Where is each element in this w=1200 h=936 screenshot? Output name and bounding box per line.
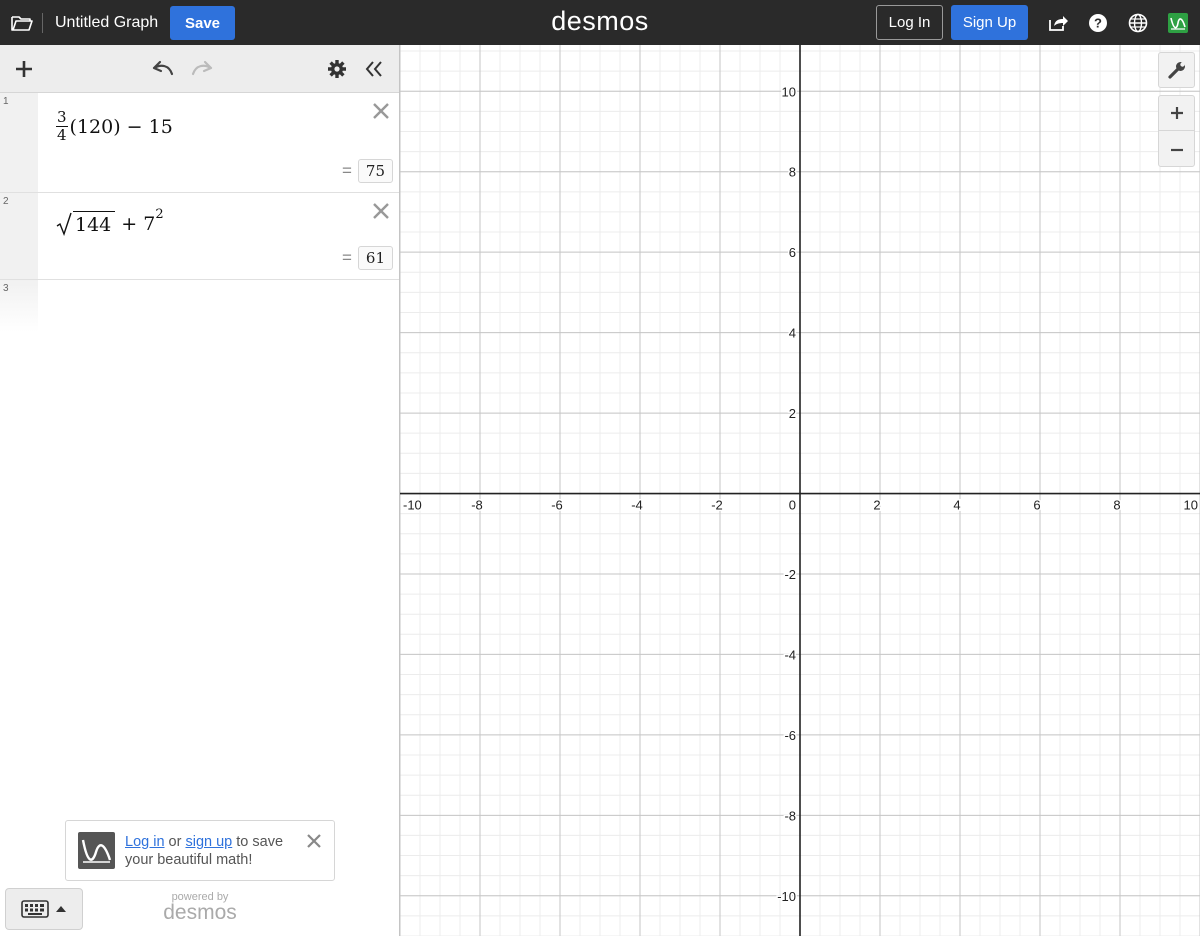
collapse-panel-icon[interactable]: [358, 45, 390, 93]
expression-plus-term: + 7: [121, 212, 156, 235]
top-bar: Untitled Graph Save desmos Log In Sign U…: [0, 0, 1200, 45]
radicand: 144: [73, 211, 116, 236]
y-tick-label: -10: [777, 889, 796, 904]
x-tick-label: -6: [551, 498, 563, 513]
equals-sign: =: [341, 161, 352, 180]
header-divider: [42, 13, 43, 33]
x-tick-label: 8: [1113, 498, 1120, 513]
keyboard-icon: [21, 900, 49, 918]
expression-item[interactable]: 2 144 + 7 2 = 61: [0, 193, 399, 280]
powered-by-logo: desmos: [163, 901, 237, 924]
save-button[interactable]: Save: [170, 6, 235, 40]
x-tick-label: -8: [471, 498, 483, 513]
y-tick-label: -8: [784, 808, 796, 823]
graph-title[interactable]: Untitled Graph: [55, 0, 158, 45]
expression-toolbar: [0, 45, 399, 93]
y-tick-label: 2: [789, 406, 796, 421]
expression-math[interactable]: 3 4 (120) − 15: [56, 109, 173, 144]
y-tick-label: 8: [789, 165, 796, 180]
expression-item[interactable]: 1 3 4 (120) − 15 = 75: [0, 93, 399, 193]
evaluation: = 75: [342, 159, 393, 183]
plus-icon: [1170, 107, 1183, 119]
fraction-denominator: 4: [57, 126, 67, 144]
redo-button[interactable]: [186, 45, 218, 93]
globe-icon[interactable]: [1124, 0, 1152, 45]
help-icon[interactable]: ?: [1084, 0, 1112, 45]
evaluation: = 61: [342, 246, 393, 270]
x-tick-label: 10: [1184, 498, 1198, 513]
y-tick-label: 6: [789, 245, 796, 260]
delete-expression-icon[interactable]: [371, 201, 391, 221]
share-icon[interactable]: [1044, 0, 1072, 45]
x-tick-label: -4: [631, 498, 643, 513]
x-tick-label: 2: [873, 498, 880, 513]
x-tick-label: 6: [1033, 498, 1040, 513]
y-tick-label: -6: [784, 728, 796, 743]
toast-message: Log in or sign up to save your beautiful…: [125, 833, 305, 869]
sqrt-symbol-icon: [56, 212, 72, 236]
keyboard-toggle-button[interactable]: [5, 888, 83, 930]
x-tick-label: 4: [953, 498, 960, 513]
expression-panel: 1 3 4 (120) − 15 = 75 2 144 + 7 2 = 61 3…: [0, 45, 400, 936]
zoom-out-button[interactable]: [1159, 132, 1194, 167]
delete-expression-icon[interactable]: [371, 101, 391, 121]
expression-math[interactable]: 144 + 7 2: [56, 207, 164, 236]
save-prompt-toast: Log in or sign up to save your beautiful…: [65, 820, 335, 881]
result-value: 61: [357, 246, 393, 270]
undo-button[interactable]: [147, 45, 179, 93]
exponent: 2: [155, 207, 164, 222]
close-toast-icon[interactable]: [306, 833, 322, 849]
x-tick-label: -2: [711, 498, 723, 513]
add-item-button[interactable]: [8, 45, 40, 93]
y-tick-label: -4: [784, 647, 796, 662]
expression-index: 1: [3, 96, 9, 107]
y-tick-label: 10: [782, 84, 796, 99]
expression-index: 3: [3, 283, 9, 294]
toast-login-link[interactable]: Log in: [125, 834, 165, 850]
toast-or-text: or: [164, 834, 186, 850]
toast-signup-link[interactable]: sign up: [185, 834, 232, 850]
zoom-in-button[interactable]: [1159, 96, 1194, 131]
graph-settings-wrench-icon[interactable]: [1158, 52, 1195, 88]
minus-icon: [1170, 148, 1183, 151]
y-tick-label: -2: [784, 567, 796, 582]
equals-sign: =: [341, 248, 352, 267]
fraction: 3 4: [56, 109, 68, 144]
zoom-controls: [1158, 95, 1195, 167]
settings-gear-icon[interactable]: [321, 45, 353, 93]
desmos-brand-icon[interactable]: [1164, 0, 1192, 45]
folder-icon[interactable]: [8, 0, 36, 45]
expression-list: 1 3 4 (120) − 15 = 75 2 144 + 7 2 = 61: [0, 93, 399, 280]
result-value: 75: [357, 159, 393, 183]
x-tick-label: 0: [789, 498, 796, 513]
graph-paper[interactable]: -10 -8 -6 -4 -2 0 2 4 6 8 10 10 8 6 4 2 -2 -4 -6 -8 -10: [400, 45, 1200, 936]
fraction-numerator: 3: [56, 108, 68, 127]
graph-canvas[interactable]: -10 -8 -6 -4 -2 0 2 4 6 8 10 10 8 6 4 2 -2 -4 -6 -8 -10: [400, 45, 1200, 936]
login-button[interactable]: Log In: [876, 5, 943, 40]
expression-index: 2: [3, 196, 9, 207]
x-tick-label: -10: [403, 498, 422, 513]
caret-up-icon: [56, 906, 66, 912]
powered-by-desmos[interactable]: powered by desmos: [140, 891, 260, 923]
signup-button[interactable]: Sign Up: [951, 5, 1028, 40]
desmos-logo: desmos: [551, 6, 649, 36]
desmos-toast-logo-icon: [78, 832, 115, 869]
svg-text:?: ?: [1094, 15, 1102, 30]
expression-gutter[interactable]: [0, 93, 38, 192]
y-tick-label: 4: [789, 326, 796, 341]
expression-rest: (120) − 15: [69, 115, 173, 138]
